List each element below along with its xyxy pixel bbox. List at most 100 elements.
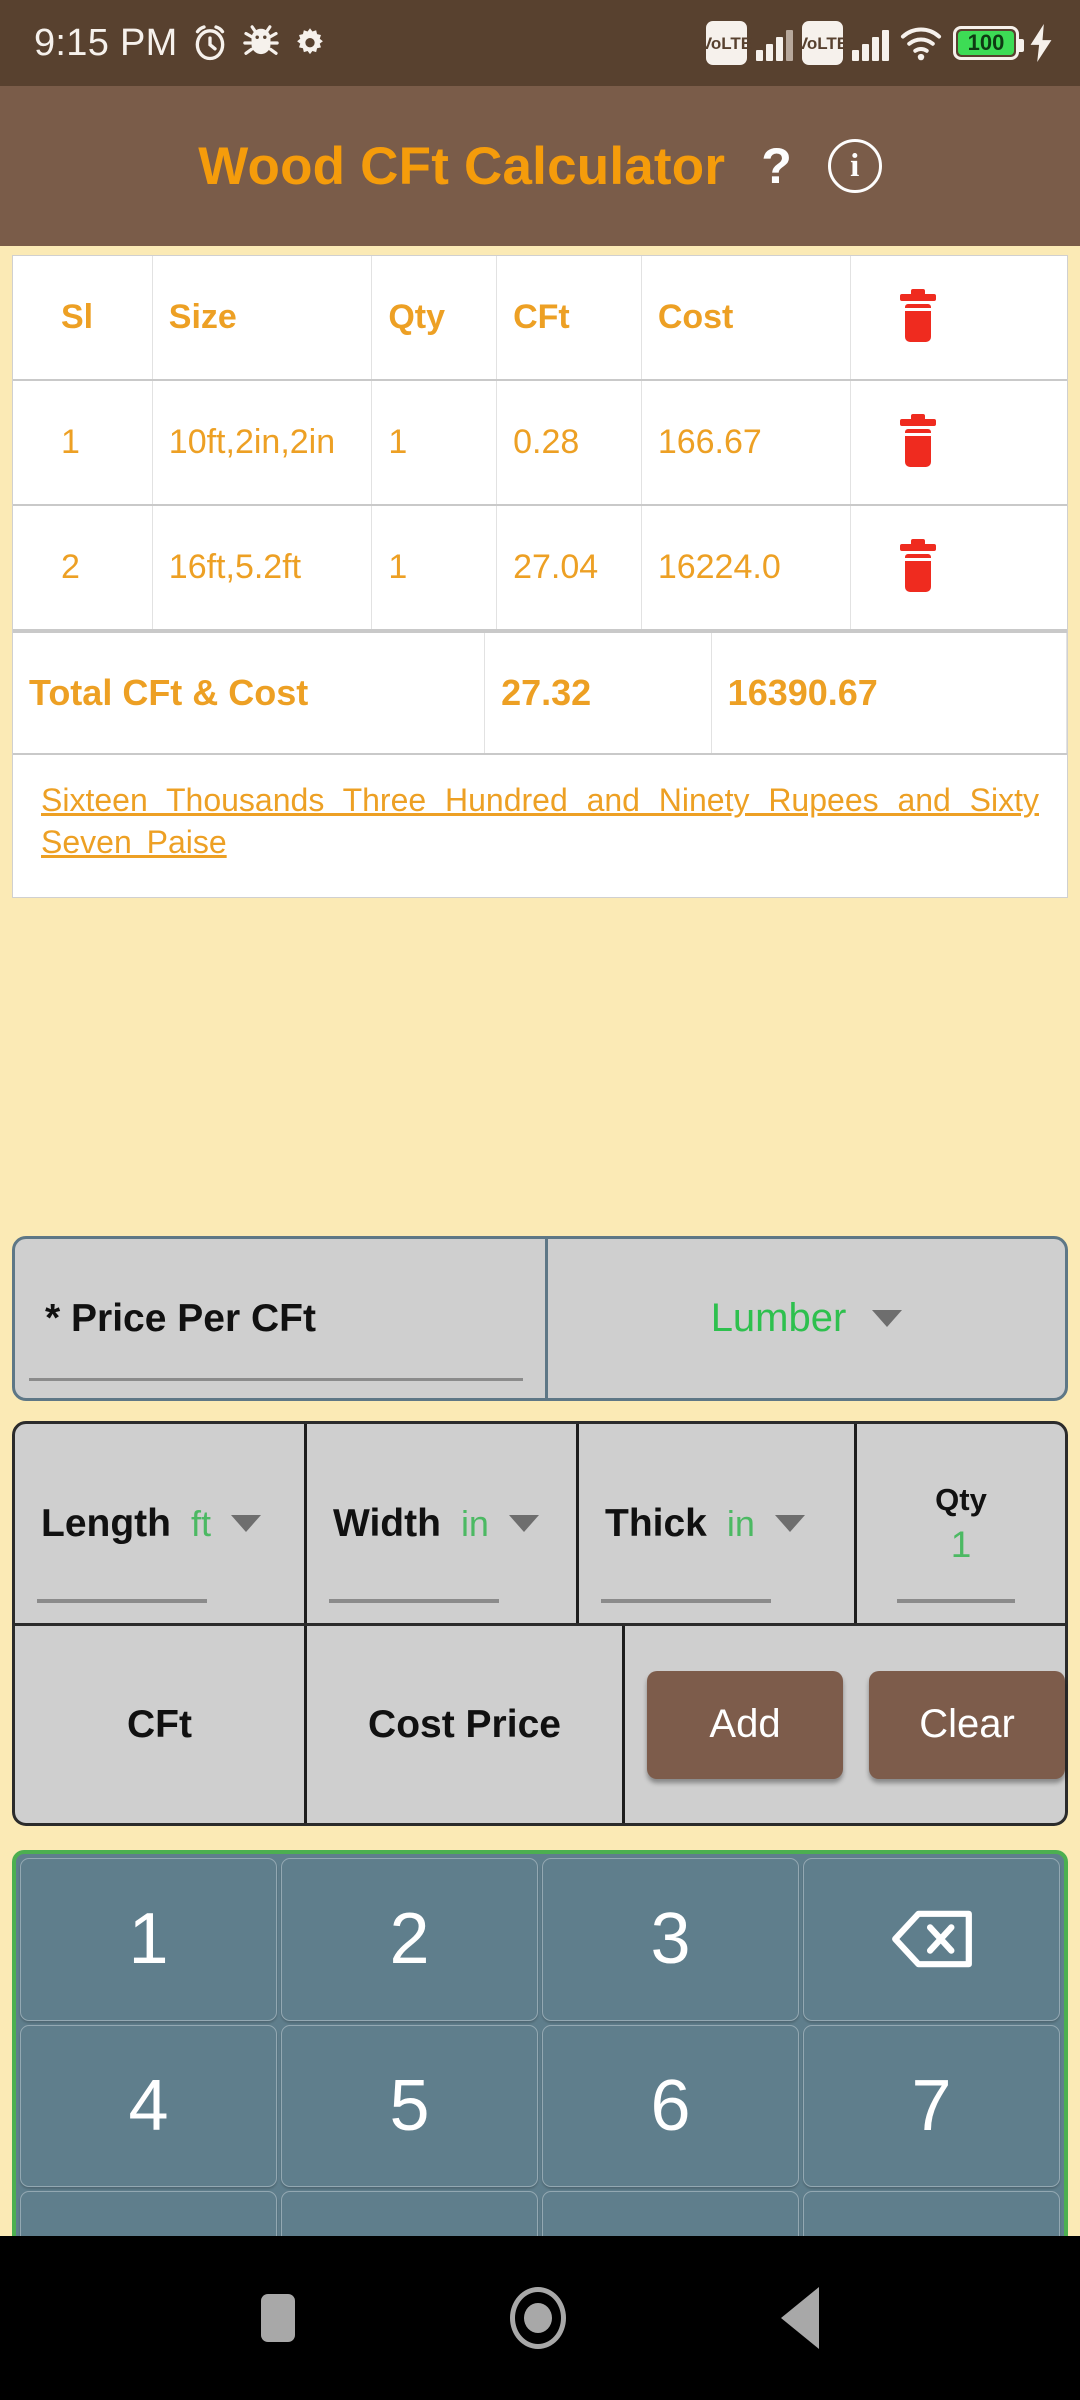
- thickness-field[interactable]: Thick in: [579, 1424, 857, 1623]
- cost-price-output-field[interactable]: Cost Price: [307, 1626, 625, 1823]
- thickness-input-underline: [601, 1599, 771, 1603]
- key-1[interactable]: 1: [20, 1858, 277, 2021]
- total-cft: 27.32: [485, 633, 712, 753]
- android-debug-icon: [242, 25, 279, 55]
- total-label: Total CFt & Cost: [13, 633, 486, 753]
- dimensions-panel: Length ft Width in Thick in Qty 1: [12, 1421, 1068, 1626]
- width-input-underline: [329, 1599, 499, 1603]
- row-cft: 27.04: [497, 506, 642, 629]
- gear-icon: [296, 28, 323, 55]
- amount-in-words-row: Sixteen Thousands Three Hundred and Nine…: [13, 753, 1067, 897]
- header-cost: Cost: [642, 256, 852, 379]
- quantity-label: Qty: [935, 1481, 987, 1517]
- quantity-input-underline: [897, 1599, 1015, 1603]
- wood-type-value: Lumber: [710, 1296, 847, 1340]
- home-circle-icon[interactable]: [510, 2287, 566, 2349]
- length-unit-chevron-down-icon[interactable]: [230, 1515, 261, 1532]
- row-sl: 2: [13, 506, 153, 629]
- status-bar-right: VoLTE VoLTE 100: [701, 21, 1054, 65]
- volte-icon-2: VoLTE: [797, 21, 848, 65]
- info-icon[interactable]: i: [827, 139, 882, 193]
- backspace-icon: [891, 1911, 972, 1968]
- quantity-value: 1: [950, 1523, 972, 1565]
- length-input-underline: [37, 1599, 207, 1603]
- cft-output-field[interactable]: CFt: [15, 1626, 307, 1823]
- help-button[interactable]: ?: [761, 141, 792, 191]
- back-triangle-icon[interactable]: [781, 2287, 819, 2349]
- header-size: Size: [153, 256, 373, 379]
- signal-bars-icon-2: [852, 25, 889, 61]
- row-size: 16ft,5.2ft: [153, 506, 373, 629]
- key-2[interactable]: 2: [281, 1858, 538, 2021]
- table-header-row: Sl Size Qty CFt Cost: [13, 256, 1067, 381]
- length-field[interactable]: Length ft: [15, 1424, 307, 1623]
- items-table: Sl Size Qty CFt Cost 1 10ft,2in,2in 1 0.…: [12, 255, 1068, 899]
- add-button[interactable]: Add: [647, 1670, 843, 1779]
- width-unit-chevron-down-icon[interactable]: [508, 1515, 539, 1532]
- row-qty: 1: [372, 381, 498, 504]
- length-unit: ft: [190, 1502, 211, 1544]
- status-bar: 9:15 PM VoLTE VoLTE 100: [0, 0, 1080, 86]
- amount-in-words: Sixteen Thousands Three Hundred and Nine…: [41, 782, 1039, 861]
- row-cost: 16224.0: [642, 506, 852, 629]
- header-sl: Sl: [13, 256, 153, 379]
- battery-percent: 100: [967, 30, 1005, 55]
- keypad-row: 4 5 6 7: [20, 2024, 1060, 2188]
- action-buttons: Add Clear: [625, 1626, 1065, 1823]
- table-total-row: Total CFt & Cost 27.32 16390.67: [13, 631, 1067, 753]
- thickness-label: Thick: [605, 1501, 707, 1545]
- key-6[interactable]: 6: [542, 2024, 799, 2188]
- wifi-icon: [900, 27, 942, 61]
- quantity-field[interactable]: Qty 1: [857, 1424, 1065, 1623]
- header-delete-all[interactable]: [851, 256, 1067, 379]
- row-delete-button[interactable]: [851, 506, 1067, 629]
- status-bar-left: 9:15 PM: [34, 22, 328, 65]
- width-label: Width: [333, 1501, 441, 1545]
- delete-icon[interactable]: [898, 538, 938, 592]
- delete-all-icon[interactable]: [898, 288, 938, 342]
- action-panel: CFt Cost Price Add Clear: [12, 1626, 1068, 1826]
- clear-button[interactable]: Clear: [869, 1670, 1065, 1779]
- row-qty: 1: [372, 506, 498, 629]
- price-per-cft-field[interactable]: * Price Per CFt: [15, 1239, 548, 1398]
- chevron-down-icon[interactable]: [872, 1310, 903, 1327]
- app-bar: Wood CFt Calculator ? i: [0, 86, 1080, 246]
- total-cost: 16390.67: [712, 633, 1067, 753]
- row-size: 10ft,2in,2in: [153, 381, 373, 504]
- length-label: Length: [41, 1501, 171, 1545]
- delete-icon[interactable]: [898, 413, 938, 467]
- header-qty: Qty: [372, 256, 498, 379]
- volte-icon-1: VoLTE: [701, 21, 752, 65]
- price-per-cft-label: * Price Per CFt: [45, 1296, 316, 1340]
- table-row: 1 10ft,2in,2in 1 0.28 166.67: [13, 381, 1067, 506]
- wood-type-dropdown[interactable]: Lumber: [548, 1239, 1065, 1398]
- recents-square-icon[interactable]: [261, 2294, 295, 2342]
- page-title: Wood CFt Calculator: [198, 136, 726, 196]
- price-input-underline: [29, 1378, 523, 1381]
- key-4[interactable]: 4: [20, 2024, 277, 2188]
- row-cost: 166.67: [642, 381, 852, 504]
- key-5[interactable]: 5: [281, 2024, 538, 2188]
- phone-screen: 9:15 PM VoLTE VoLTE 100 Wood CFt Calcula…: [0, 0, 1080, 2400]
- table-row: 2 16ft,5.2ft 1 27.04 16224.0: [13, 506, 1067, 631]
- key-7[interactable]: 7: [803, 2024, 1060, 2188]
- header-cft: CFt: [497, 256, 642, 379]
- android-navigation-bar: [0, 2236, 1080, 2400]
- row-cft: 0.28: [497, 381, 642, 504]
- price-panel: * Price Per CFt Lumber: [12, 1236, 1068, 1401]
- alarm-icon: [195, 25, 224, 61]
- width-unit: in: [460, 1502, 489, 1544]
- key-backspace[interactable]: [803, 1858, 1060, 2021]
- keypad-row: 1 2 3: [20, 1858, 1060, 2021]
- battery-icon: 100: [953, 26, 1024, 60]
- charging-bolt-icon: [1030, 24, 1052, 62]
- width-field[interactable]: Width in: [307, 1424, 579, 1623]
- thickness-unit: in: [726, 1502, 755, 1544]
- thickness-unit-chevron-down-icon[interactable]: [774, 1515, 805, 1532]
- status-time: 9:15 PM: [34, 21, 178, 64]
- key-3[interactable]: 3: [542, 1858, 799, 2021]
- signal-bars-icon-1: [756, 25, 793, 61]
- row-sl: 1: [13, 381, 153, 504]
- row-delete-button[interactable]: [851, 381, 1067, 504]
- main-content: Sl Size Qty CFt Cost 1 10ft,2in,2in 1 0.…: [0, 246, 1080, 2400]
